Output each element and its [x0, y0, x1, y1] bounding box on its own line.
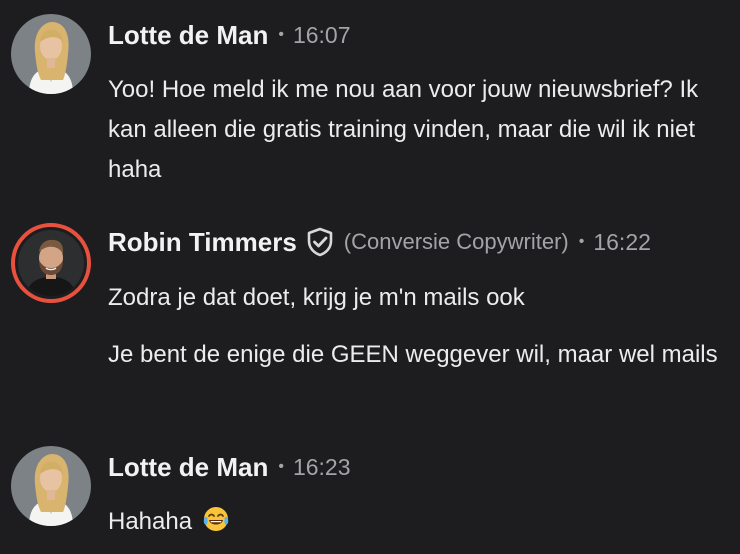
laughing-tears-emoji-icon — [202, 505, 230, 546]
verified-shield-check-icon — [306, 227, 334, 257]
message-text: Hahaha — [108, 502, 723, 546]
timestamp: 16:07 — [292, 21, 351, 48]
avatar[interactable] — [11, 223, 91, 303]
timestamp: 16:23 — [292, 453, 351, 480]
author-name[interactable]: Robin Timmers — [108, 227, 297, 258]
avatar-man-icon — [18, 230, 84, 296]
avatar-woman-icon — [11, 14, 91, 94]
message-text: Je bent de enige die GEEN weggever wil, … — [108, 341, 718, 368]
message-header: Lotte de Man • 16:23 — [108, 450, 351, 484]
avatar[interactable] — [11, 446, 91, 526]
separator-dot: • — [278, 26, 284, 43]
author-name[interactable]: Lotte de Man — [108, 452, 268, 483]
author-role: (Conversie Copywriter) — [343, 229, 569, 254]
separator-dot: • — [278, 458, 284, 475]
timestamp: 16:22 — [593, 228, 651, 255]
message-text: Yoo! Hoe meld ik me nou aan voor jouw ni… — [108, 76, 699, 183]
message-text: Zodra je dat doet, krijg je m'n mails oo… — [108, 284, 525, 311]
separator-dot: • — [578, 233, 585, 250]
avatar[interactable] — [11, 14, 91, 94]
message-header: Robin Timmers (Conversie Copywriter) • 1… — [108, 225, 651, 259]
message-header: Lotte de Man • 16:07 — [108, 18, 351, 52]
author-name[interactable]: Lotte de Man — [108, 20, 268, 51]
message-text-content: Hahaha — [108, 508, 193, 535]
avatar-woman-icon — [11, 446, 91, 526]
